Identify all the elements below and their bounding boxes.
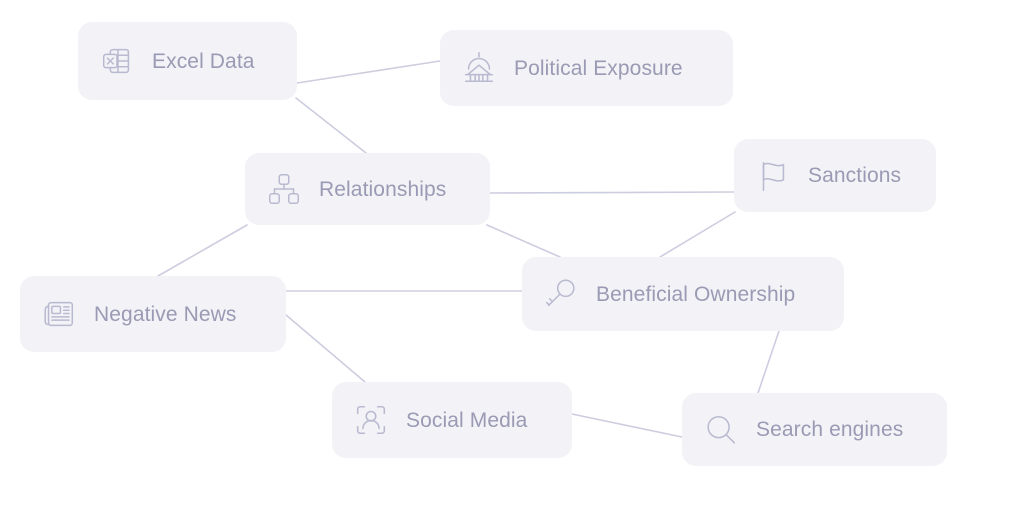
graph-edge-sanctions--beneficial-ownership (659, 211, 736, 258)
graph-node-search-engines[interactable]: Search engines (682, 393, 947, 466)
graph-node-label: Social Media (406, 408, 528, 432)
graph-canvas: Excel Data Political Exposure Relationship… (0, 0, 1024, 512)
government-building-icon (460, 49, 498, 87)
graph-edge-excel-data--relationships (295, 97, 367, 154)
newspaper-icon (40, 295, 78, 333)
graph-node-label: Relationships (319, 177, 447, 201)
graph-node-political-exposure[interactable]: Political Exposure (440, 30, 733, 106)
graph-edge-negative-news--social-media (285, 314, 366, 383)
graph-node-sanctions[interactable]: Sanctions (734, 139, 936, 212)
graph-edge-relationships--beneficial-ownership (486, 224, 561, 258)
excel-spreadsheet-icon (98, 42, 136, 80)
key-icon (542, 275, 580, 313)
graph-edge-relationships--sanctions (489, 191, 735, 194)
graph-node-beneficial-ownership[interactable]: Beneficial Ownership (522, 257, 844, 331)
graph-node-label: Political Exposure (514, 56, 683, 80)
flag-icon (754, 157, 792, 195)
graph-node-excel-data[interactable]: Excel Data (78, 22, 297, 100)
graph-edge-excel-data--political-exposure (296, 60, 441, 84)
graph-node-social-media[interactable]: Social Media (332, 382, 572, 458)
graph-node-label: Search engines (756, 418, 904, 441)
graph-edge-social-media--search-engines (571, 413, 683, 438)
graph-node-label: Excel Data (152, 49, 255, 73)
org-chart-hierarchy-icon (265, 170, 303, 208)
graph-edge-relationships--negative-news (157, 224, 248, 277)
graph-node-label: Sanctions (808, 164, 902, 187)
graph-node-label: Negative News (94, 302, 237, 326)
magnifier-icon (702, 411, 740, 449)
graph-edge-beneficial-ownership--search-engines (757, 330, 780, 394)
graph-node-relationships[interactable]: Relationships (245, 153, 490, 225)
graph-node-negative-news[interactable]: Negative News (20, 276, 286, 352)
person-scan-icon (352, 401, 390, 439)
graph-node-label: Beneficial Ownership (596, 282, 796, 306)
